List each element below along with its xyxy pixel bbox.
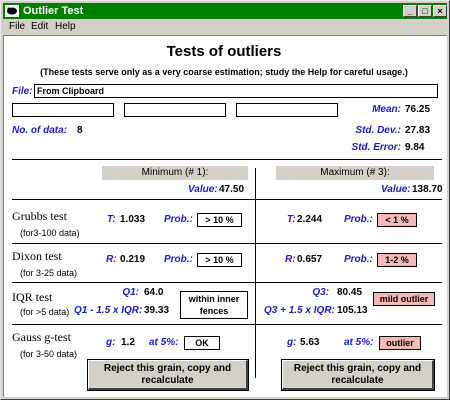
gauss-test-title: Gauss g-test (12, 330, 71, 344)
grubbs-max-result: < 1 % (377, 213, 417, 227)
mean-label: Mean: (372, 104, 401, 115)
divider (12, 243, 442, 244)
grubbs-min-t: 1.033 (120, 214, 146, 225)
file-field[interactable]: From Clipboard (34, 84, 438, 98)
menu-help[interactable]: Help (55, 21, 76, 32)
max-value-label: Value: (381, 184, 411, 195)
max-value: 138.70 (412, 184, 443, 195)
gauss-at-label: at 5%: (149, 337, 179, 348)
gauss-g-label: g: (287, 337, 297, 348)
grubbs-test-title: Grubbs test (12, 209, 67, 223)
page-title: Tests of outliers (166, 43, 282, 60)
std-dev-value: 27.83 (405, 125, 431, 136)
divider (12, 282, 442, 283)
blank-field-3[interactable] (236, 103, 338, 117)
reject-max-button[interactable]: Reject this grain, copy and recalculate (281, 359, 435, 391)
gauss-range: (for 3-50 data) (20, 349, 78, 359)
menu-bar: File Edit Help (3, 20, 447, 34)
n-data-label: No. of data: (12, 125, 67, 136)
divider (12, 199, 442, 200)
dixon-range: (for 3-25 data) (20, 268, 78, 278)
dixon-min-result: > 10 % (197, 253, 242, 267)
q3-value: 80.45 (337, 287, 363, 298)
main-panel: Tests of outliers (These tests serve onl… (3, 35, 447, 397)
menu-file[interactable]: File (9, 21, 25, 32)
dixon-max-result: 1-2 % (377, 253, 417, 267)
q3-iqr-label: Q3 + 1.5 x IQR: (264, 305, 335, 316)
q1-label: Q1: (122, 287, 139, 298)
gauss-min-g: 1.2 (121, 337, 135, 348)
gauss-min-result: OK (184, 336, 220, 350)
blank-field-1[interactable] (12, 103, 114, 117)
dixon-test-title: Dixon test (12, 249, 62, 263)
file-label: File: (12, 86, 33, 97)
iqr-range: (for >5 data) (20, 307, 70, 317)
q1-value: 64.0 (144, 287, 164, 298)
grubbs-t-label: T: (287, 214, 296, 225)
dixon-prob-label: Prob.: (344, 254, 373, 265)
q1-iqr-label: Q1 - 1.5 x IQR: (74, 305, 143, 316)
grubbs-t-label: T: (107, 214, 116, 225)
menu-edit[interactable]: Edit (31, 21, 48, 32)
gauss-g-label: g: (106, 337, 116, 348)
divider (12, 159, 442, 160)
title-bar[interactable]: Outlier Test _ □ × (3, 3, 447, 19)
blank-field-2[interactable] (124, 103, 226, 117)
subtitle-note: (These tests serve only as a very coarse… (40, 67, 408, 77)
min-value: 47.50 (219, 184, 245, 195)
divider (12, 324, 442, 325)
dixon-r-label: R: (285, 254, 296, 265)
gauss-max-result: outlier (379, 336, 421, 350)
iqr-max-result: mild outlier (373, 292, 435, 306)
std-error-label: Std. Error: (351, 142, 401, 153)
grubbs-range: (for3-100 data) (20, 228, 80, 238)
app-icon (5, 5, 19, 17)
reject-min-button[interactable]: Reject this grain, copy and recalculate (87, 359, 249, 391)
maximize-button[interactable]: □ (418, 5, 432, 17)
grubbs-prob-label: Prob.: (164, 214, 193, 225)
dixon-max-r: 0.657 (297, 254, 323, 265)
q3-label: Q3: (312, 287, 329, 298)
iqr-test-title: IQR test (12, 290, 53, 304)
minimum-header: Minimum (# 1): (102, 166, 248, 180)
grubbs-max-t: 2.244 (297, 214, 323, 225)
close-button[interactable]: × (433, 5, 447, 17)
minimize-button[interactable]: _ (403, 5, 417, 17)
grubbs-min-result: > 10 % (197, 213, 242, 227)
min-value-label: Value: (188, 184, 218, 195)
maximum-header: Maximum (# 3): (276, 166, 434, 180)
mean-value: 76.25 (405, 104, 431, 115)
grubbs-prob-label: Prob.: (344, 214, 373, 225)
outlier-test-window: Outlier Test _ □ × File Edit Help Tests … (0, 0, 450, 400)
dixon-min-r: 0.219 (120, 254, 146, 265)
iqr-min-result: within inner fences (180, 291, 248, 319)
q1-iqr-value: 39.33 (144, 305, 170, 316)
window-title: Outlier Test (23, 5, 84, 17)
std-dev-label: Std. Dev.: (355, 125, 401, 136)
dixon-prob-label: Prob.: (164, 254, 193, 265)
q3-iqr-value: 105.13 (337, 305, 368, 316)
gauss-at-label: at 5%: (344, 337, 374, 348)
gauss-max-g: 5.63 (300, 337, 320, 348)
n-data-value: 8 (77, 125, 83, 136)
std-error-value: 9.84 (405, 142, 425, 153)
dixon-r-label: R: (106, 254, 117, 265)
